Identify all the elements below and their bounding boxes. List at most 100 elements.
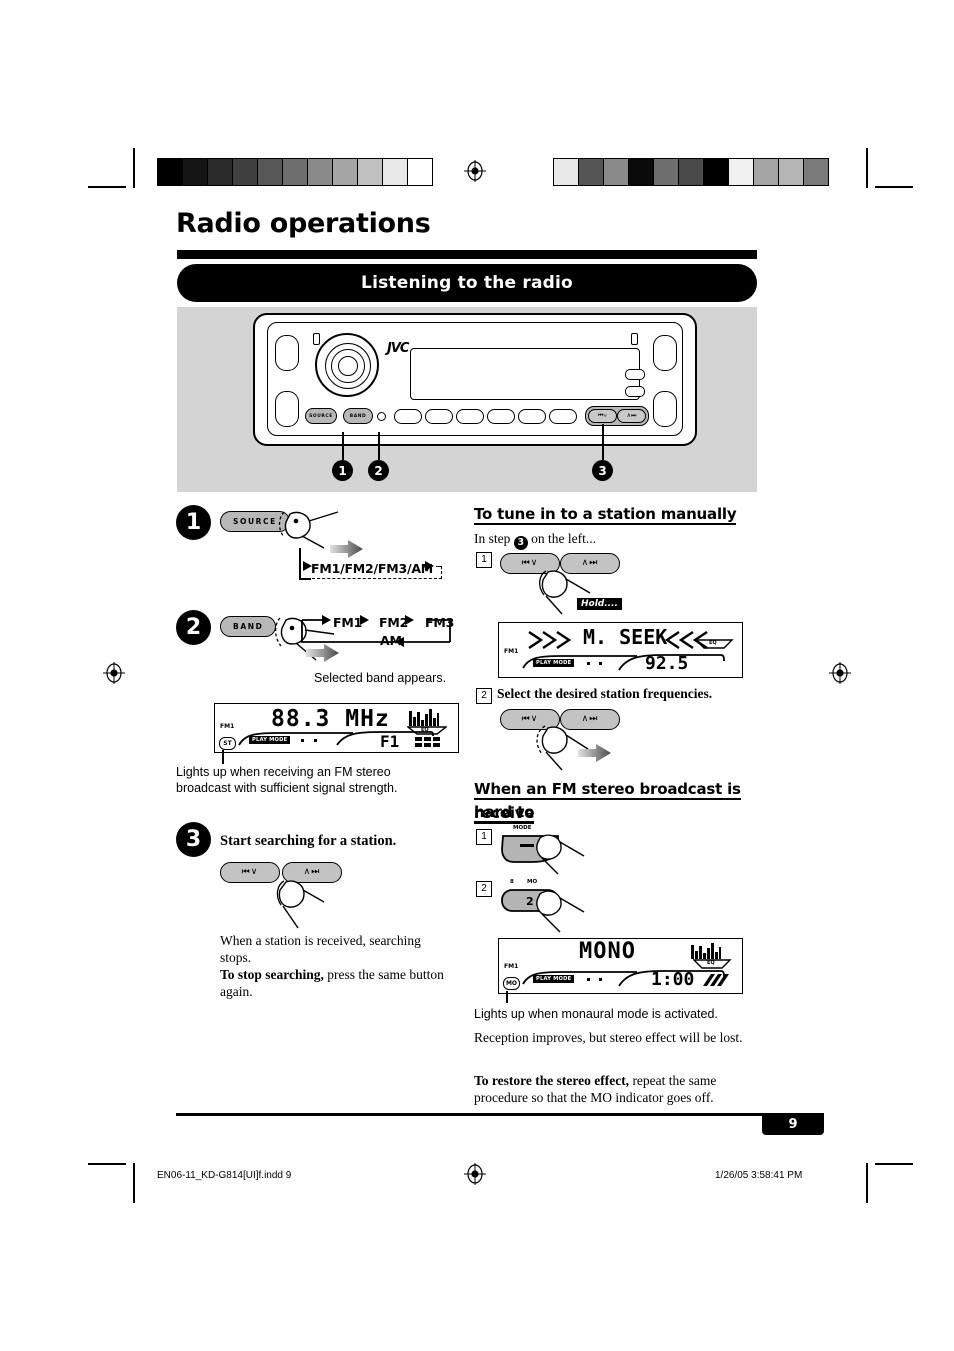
device-seek-button-group: ⏮∨ ∧⏭	[585, 406, 649, 426]
step-2-number: 2	[176, 610, 211, 645]
faceplate-tab-left-bottom	[275, 391, 299, 427]
step-3-body-line2: To stop searching, press the same button…	[220, 966, 446, 1001]
device-seek-down-button[interactable]: ⏮∨	[588, 409, 617, 423]
lcd-preset-indicator: F1	[380, 732, 400, 751]
step-3-finger-icon	[276, 880, 325, 929]
callout-number-2: 2	[368, 460, 389, 481]
stereo-note-leader	[222, 750, 224, 764]
lcd-mseek-mode-text: M. SEEK	[583, 625, 668, 649]
mono-heading-line2: receive	[474, 804, 535, 824]
color-bar-right	[553, 158, 829, 186]
device-side-button-1[interactable]	[625, 369, 645, 380]
stereo-indicator-note: Lights up when receiving an FM stereo br…	[176, 765, 398, 796]
crop-mark-br-h	[875, 1163, 913, 1165]
mono-sub1-number: 1	[476, 828, 492, 846]
page-number-badge: 9	[762, 1113, 824, 1135]
callout-leader-2	[378, 432, 380, 460]
lcd-mono-mo-indicator: MO	[503, 977, 520, 990]
callout-number-1: 1	[332, 460, 353, 481]
mono-reception-note: Reception improves, but stereo effect wi…	[474, 1030, 743, 1045]
callout-number-3: 3	[592, 460, 613, 481]
lcd-tuned-display: 88.3 MHz FM1 ST PLAY MODE F1 EQ	[214, 703, 459, 753]
step-2-band-button[interactable]: BAND	[220, 616, 277, 637]
device-reset-knob[interactable]	[377, 412, 386, 421]
lcd-mseek-frequency: 92.5	[645, 653, 689, 674]
step-1-arrow-icon	[330, 540, 363, 558]
mo-finger-icon	[536, 890, 585, 933]
release-tab-left	[313, 333, 320, 345]
lcd-disc-icon	[415, 737, 440, 747]
step-1-flow-vert	[299, 548, 301, 580]
crop-mark-tr-h	[875, 186, 913, 188]
crop-mark-tl-h	[88, 186, 126, 188]
title-rule	[177, 250, 757, 259]
device-preset-button-4[interactable]	[487, 409, 515, 424]
intro-post-text: on the left...	[527, 531, 596, 546]
faceplate-tab-left-top	[275, 335, 299, 371]
mode-finger-icon	[536, 834, 585, 875]
mono-restore-bold: To restore the stereo effect,	[474, 1073, 630, 1088]
lcd-mono-dot-2	[599, 978, 602, 981]
device-preset-button-1[interactable]	[394, 409, 422, 424]
color-bar-left	[157, 158, 433, 186]
lcd-mseek-eq-label: EQ	[709, 640, 717, 646]
lcd-band-indicator: FM1	[220, 723, 235, 730]
manual-tune-intro: In step 3 on the left...	[474, 530, 596, 551]
lcd-dot-2	[314, 739, 317, 742]
section-banner: Listening to the radio	[177, 264, 757, 302]
footer-filename: EN06-11_KD-G814[UI]f.indd 9	[157, 1170, 292, 1181]
lcd-dot-1	[301, 739, 304, 742]
lcd-play-mode-label: PLAY MODE	[249, 736, 291, 744]
jvc-logo: JVC	[387, 341, 409, 356]
device-source-button[interactable]: SOURCE	[305, 408, 337, 424]
device-preset-button-5[interactable]	[518, 409, 546, 424]
step-3-number: 3	[176, 822, 211, 857]
crop-mark-tl-v	[133, 148, 135, 188]
lcd-mseek-play-mode-label: PLAY MODE	[533, 659, 575, 667]
lcd-mseek-dot-1	[587, 662, 590, 665]
device-preset-button-2[interactable]	[425, 409, 453, 424]
crop-mark-bl-v	[133, 1163, 135, 1203]
step-1-flow-dash-top	[436, 566, 442, 567]
lcd-mono-band-indicator: FM1	[504, 963, 519, 970]
device-preset-button-3[interactable]	[456, 409, 484, 424]
footer-rule	[176, 1113, 824, 1116]
callout-leader-3	[602, 424, 604, 460]
lcd-eq-bracket	[407, 726, 447, 735]
step-1-flow-dash-v	[441, 566, 442, 579]
mo-button-label-right: MO	[527, 879, 538, 885]
intro-step-number: 3	[513, 536, 528, 551]
lcd-mono-timer: 1:00	[651, 969, 695, 990]
registration-mark-right	[829, 662, 851, 684]
release-tab-right	[631, 333, 638, 345]
hold-label: Hold....	[577, 598, 622, 610]
registration-mark-bottom	[464, 1163, 486, 1185]
manual-tune-arrow-icon	[578, 744, 611, 762]
device-band-button[interactable]: BAND	[343, 408, 373, 424]
manual-tune-sub2-text: Select the desired station frequencies.	[497, 686, 713, 701]
registration-mark-left	[103, 662, 125, 684]
device-preset-button-6[interactable]	[549, 409, 577, 424]
faceplate-tab-right-bottom	[653, 391, 677, 427]
step-2-caption: Selected band appears.	[314, 671, 447, 685]
manual-tune-sub1-number: 1	[476, 551, 492, 569]
lcd-mseek-dot-2	[599, 662, 602, 665]
mono-restore-note: To restore the stereo effect, repeat the…	[474, 1072, 766, 1107]
lcd-stereo-indicator: ST	[219, 737, 236, 750]
mono-indicator-note: Lights up when monaural mode is activate…	[474, 1007, 718, 1021]
step-3-body-line1: When a station is received, searching st…	[220, 933, 421, 966]
lcd-frequency-value: 88.3 MHz	[271, 706, 390, 732]
device-side-button-2[interactable]	[625, 386, 645, 397]
step-1-number: 1	[176, 505, 211, 540]
volume-knob[interactable]	[315, 333, 379, 397]
device-seek-up-button[interactable]: ∧⏭	[617, 409, 646, 423]
crop-mark-tr-v	[866, 148, 868, 188]
registration-mark-top	[464, 160, 486, 182]
device-lcd-screen	[410, 348, 640, 400]
lcd-mono-disc-icon	[703, 974, 729, 986]
page-title: Radio operations	[176, 208, 431, 239]
lcd-mseek-display: M. SEEK FM1 PLAY MODE 92.5 EQ	[498, 622, 743, 678]
car-stereo-illustration: JVC SOURCE BAND ⏮∨ ∧⏭	[253, 313, 697, 446]
footer-timestamp: 1/26/05 3:58:41 PM	[715, 1170, 803, 1181]
step-1-flow-horiz	[299, 578, 311, 580]
